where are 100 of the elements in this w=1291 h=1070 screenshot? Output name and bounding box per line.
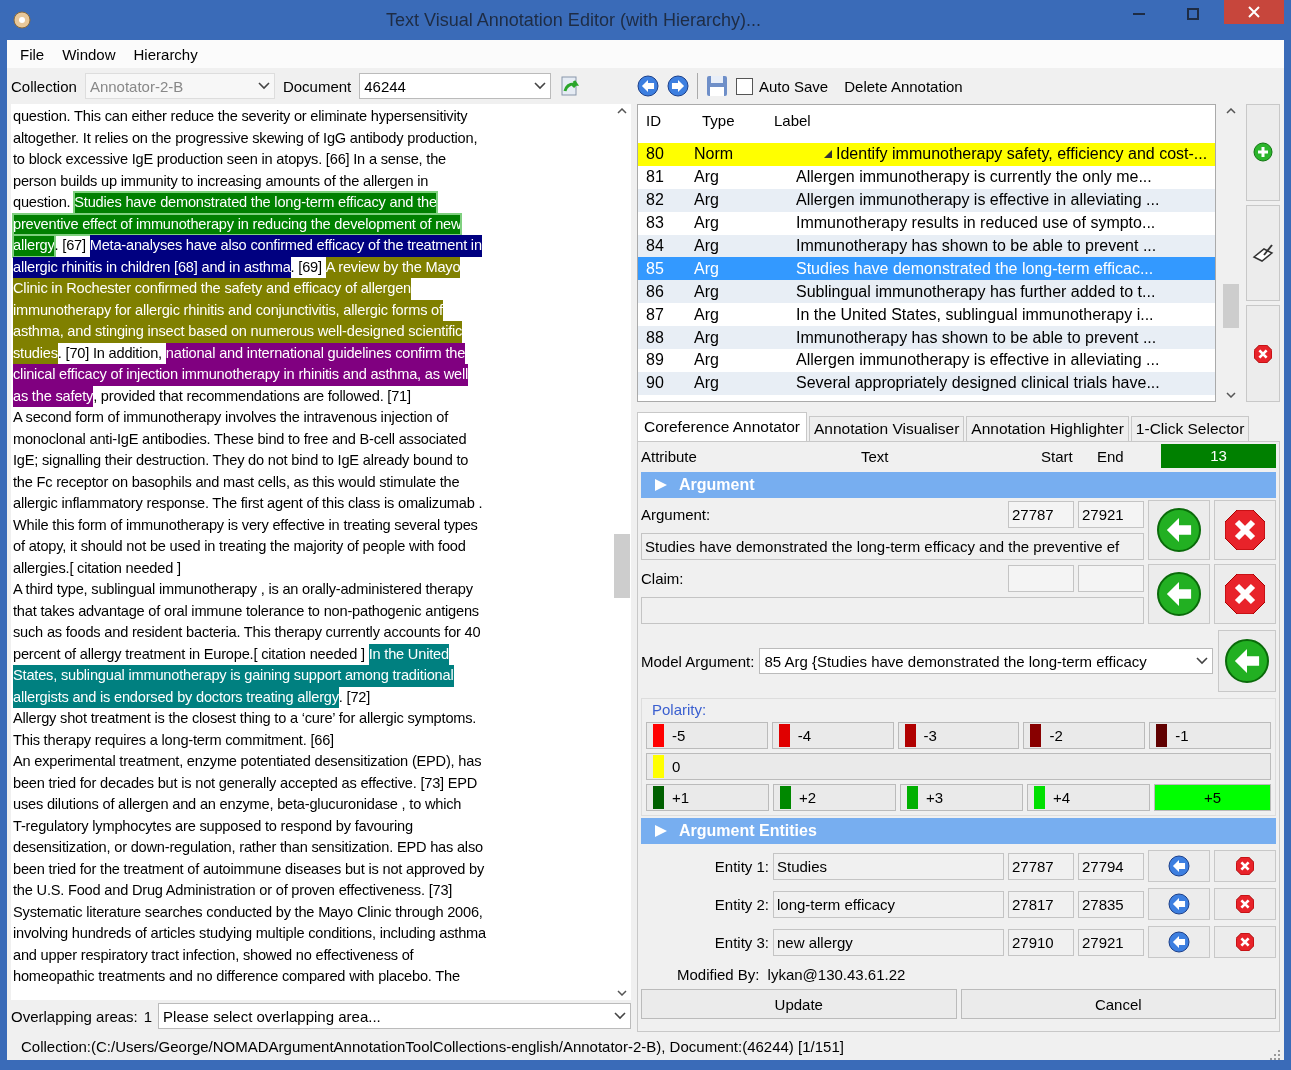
remove-button[interactable]	[1214, 850, 1276, 882]
forward-button[interactable]	[667, 75, 689, 97]
apply-button[interactable]	[1148, 564, 1210, 624]
back-button[interactable]	[637, 75, 659, 97]
menu-item[interactable]: File	[11, 45, 54, 63]
document-text: . [67]	[54, 236, 87, 255]
table-row[interactable]: 86 Arg Sublingual immunotherapy has further added to t...	[638, 280, 1215, 304]
polarity-button[interactable]: +3	[900, 784, 1023, 811]
table-row[interactable]: 87 Arg In the United States, sublingual immunotherapy i...	[638, 303, 1215, 327]
auto-save-checkbox[interactable]	[736, 77, 753, 95]
start-field[interactable]: 27817	[1008, 890, 1074, 918]
apply-button[interactable]	[1148, 888, 1210, 920]
annotation-highlight[interactable]: Clinic in Rochester confirmed the safety and efficacy of allergen	[13, 278, 411, 300]
tab[interactable]: Annotation Highlighter	[966, 416, 1129, 441]
menu-item[interactable]: Window	[53, 45, 125, 63]
table-row[interactable]: 83 Arg Immunotherapy results in reduced use of sympto...	[638, 211, 1215, 235]
end-field[interactable]: 27921	[1078, 500, 1144, 528]
annotation-highlight[interactable]: clinical efficacy of injection immunotherapy in rhinitis and asthma, as well	[13, 364, 468, 386]
remove-button[interactable]	[1214, 926, 1276, 958]
document-dropdown[interactable]: 46244	[359, 73, 552, 99]
apply-button[interactable]	[1148, 926, 1210, 958]
start-field[interactable]: 27787	[1008, 500, 1074, 528]
tab[interactable]: 1-Click Selector	[1130, 416, 1250, 441]
text-field[interactable]	[641, 596, 1144, 624]
column-header[interactable]: Label	[766, 111, 1215, 129]
end-field[interactable]: 27921	[1078, 928, 1144, 956]
apply-button[interactable]	[1148, 850, 1210, 882]
remove-button[interactable]	[1214, 500, 1276, 560]
tab[interactable]: Coreference Annotator	[637, 412, 807, 441]
table-row[interactable]: 88 Arg Immunotherapy has shown to be able to prevent ...	[638, 326, 1215, 349]
apply-button[interactable]	[1148, 500, 1210, 560]
annotation-highlight[interactable]: allergic rhinitis in children [68] and in asthma	[13, 256, 291, 278]
polarity-button[interactable]: -1	[1149, 722, 1271, 749]
annotation-highlight[interactable]: States, sublingual immunotherapy is gaining support among traditional	[13, 665, 454, 687]
polarity-button[interactable]: +5	[1154, 784, 1271, 811]
close-button[interactable]	[1224, 0, 1284, 24]
end-field[interactable]: 27794	[1078, 852, 1144, 880]
polarity-button[interactable]: 0	[646, 753, 1271, 780]
polarity-button[interactable]: -3	[897, 722, 1020, 749]
column-header[interactable]: ID	[638, 111, 694, 129]
action-button[interactable]: Cancel	[960, 989, 1276, 1019]
overlap-dropdown[interactable]: Please select overlapping area...	[158, 1003, 631, 1029]
annotation-highlight[interactable]: A review by the Mayo	[325, 256, 461, 278]
annotation-highlight[interactable]: as the safety	[13, 385, 94, 407]
menu-item[interactable]: Hierarchy	[124, 45, 207, 63]
start-field[interactable]: 27910	[1008, 928, 1074, 956]
end-field[interactable]: 27835	[1078, 890, 1144, 918]
annotation-highlight[interactable]: Studies have demonstrated the long-term efficacy and the	[74, 192, 437, 214]
scroll-down-icon	[617, 990, 627, 996]
annotation-highlight[interactable]: immunotherapy for allergic rhinitis and conjunctivitis, allergic forms of	[13, 299, 443, 321]
scroll-up-icon	[617, 108, 627, 114]
window-title: Text Visual Annotation Editor (with Hierarchy)...	[385, 9, 762, 31]
table-row[interactable]: 90 Arg Several appropriately designed clinical trials have...	[638, 371, 1215, 395]
save-button[interactable]	[706, 75, 728, 97]
scrollbar-thumb[interactable]	[1223, 284, 1239, 328]
annotation-highlight[interactable]: asthma, and stinging insect based on numerous well-designed scientific	[13, 321, 463, 343]
model-argument-dropdown[interactable]: 85 Arg {Studies have demonstrated the long-term efficacy	[759, 648, 1213, 674]
entity-text-field[interactable]: new allergy	[773, 928, 1004, 956]
tab[interactable]: Annotation Visualiser	[808, 416, 965, 441]
table-row[interactable]: 89 Arg Allergen immunotherapy is effective in alleviating ...	[638, 349, 1215, 372]
column-header[interactable]: Type	[694, 111, 766, 129]
polarity-button[interactable]: +2	[773, 784, 896, 811]
entity-text-field[interactable]: Studies	[773, 852, 1004, 880]
polarity-button[interactable]: +1	[646, 784, 769, 811]
scrollbar-thumb[interactable]	[614, 534, 630, 598]
text-field[interactable]: Studies have demonstrated the long-term efficacy and the preventive ef	[641, 532, 1144, 560]
scroll-up-icon	[1226, 108, 1236, 114]
refresh-button[interactable]	[559, 75, 582, 97]
table-row[interactable]: 80 Norm Identify immunotherapy safety, efficiency and cost-...	[638, 143, 1215, 166]
delete-annotation-button[interactable]: Delete Annotation	[844, 77, 963, 95]
table-row[interactable]: 84 Arg Immunotherapy has shown to be able to prevent ...	[638, 234, 1215, 258]
delete-icon	[1236, 857, 1254, 875]
expander-icon[interactable]	[824, 150, 832, 159]
field-label: Document	[282, 77, 352, 95]
remove-button[interactable]	[1214, 564, 1276, 624]
field-label: Entity 1:	[713, 857, 769, 875]
start-field[interactable]: 27787	[1008, 852, 1074, 880]
entity-text-field[interactable]: long-term efficacy	[773, 890, 1004, 918]
annotation-highlight[interactable]: allergy	[13, 235, 55, 257]
annotation-highlight[interactable]: In the United	[368, 643, 449, 665]
annotation-highlight[interactable]: Meta-analyses have also confirmed efficacy of the treatment in	[89, 235, 482, 257]
table-row[interactable]: 81 Arg Allergen immunotherapy is currently the only me...	[638, 165, 1215, 189]
apply-button[interactable]	[1218, 630, 1276, 692]
document-text: Systematic literature searches conducted by the Mayo Clinic through 2006,	[13, 902, 483, 922]
annotation-highlight[interactable]: studies	[13, 342, 58, 364]
polarity-button[interactable]: +4	[1027, 784, 1150, 811]
start-field[interactable]	[1008, 564, 1074, 592]
edit-button[interactable]	[1246, 204, 1280, 302]
polarity-button[interactable]: -4	[771, 722, 894, 749]
document-text: to block excessive IgE production seen in atopys. [66] In a sense, the	[13, 150, 446, 169]
annotation-highlight[interactable]: preventive effect of immunotherapy in reducing the development of new	[13, 213, 462, 235]
action-button[interactable]: Update	[641, 989, 957, 1019]
remove-button[interactable]	[1214, 888, 1276, 920]
polarity-button[interactable]: -2	[1023, 722, 1146, 749]
annotation-highlight[interactable]: allergists and is endorsed by doctors treating allergy	[13, 686, 339, 708]
annotation-highlight[interactable]: national and international guidelines confirm the	[165, 342, 466, 364]
polarity-button[interactable]: -5	[646, 722, 768, 749]
end-field[interactable]	[1078, 564, 1144, 592]
table-row[interactable]: 82 Arg Allergen immunotherapy is effective in alleviating ...	[638, 188, 1215, 212]
delete-button[interactable]	[1246, 305, 1280, 402]
